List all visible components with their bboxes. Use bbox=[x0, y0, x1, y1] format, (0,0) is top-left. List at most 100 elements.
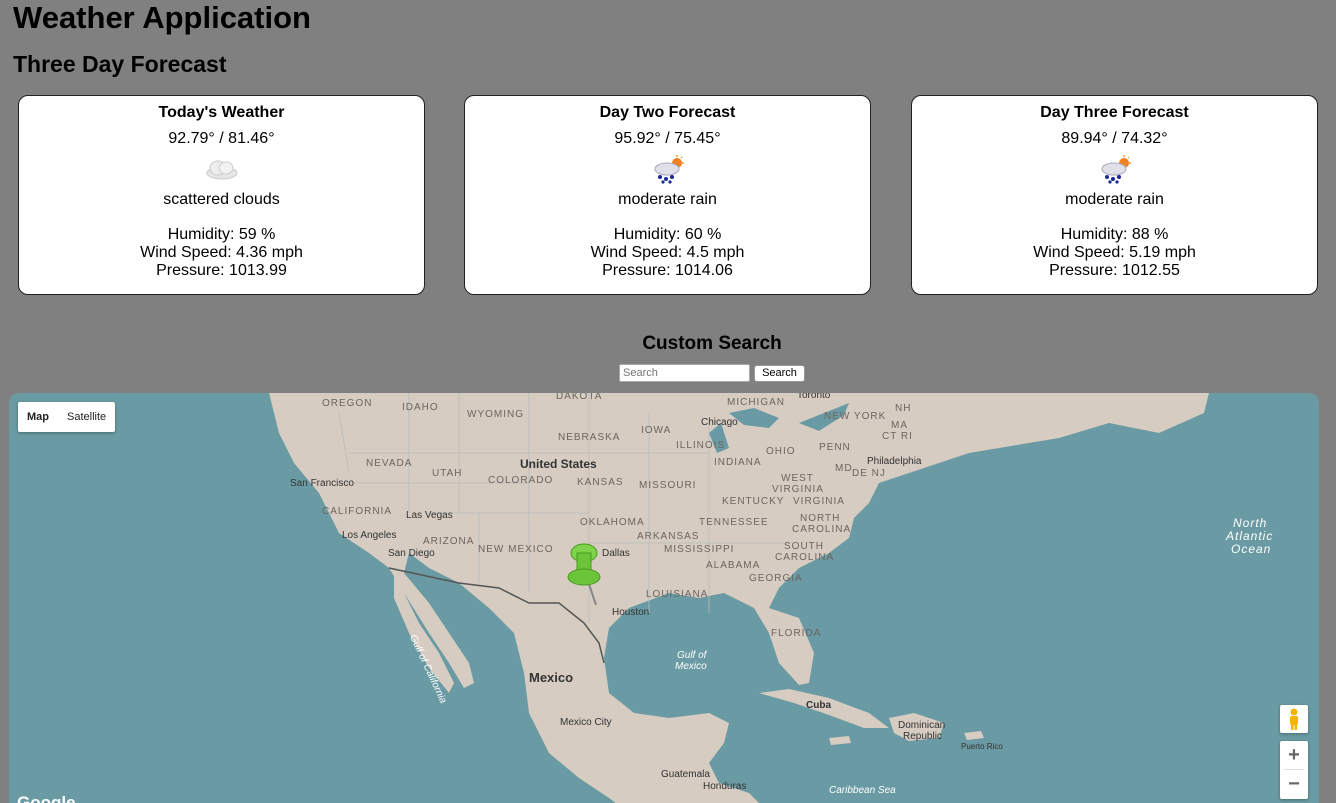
map-label: Honduras bbox=[703, 781, 747, 792]
map-label: Cuba bbox=[806, 700, 831, 711]
rain-icon bbox=[465, 151, 870, 187]
map-label: WYOMING bbox=[467, 409, 524, 420]
map-label: San Francisco bbox=[290, 478, 354, 489]
map-label: MICHIGAN bbox=[727, 397, 785, 408]
forecast-heading: Three Day Forecast bbox=[13, 51, 227, 77]
map-label: VIRGINIA bbox=[793, 496, 845, 507]
map-label: Philadelphia bbox=[867, 456, 922, 467]
map-label: DAKOTA bbox=[556, 393, 603, 402]
wind-speed: Wind Speed: 5.19 mph bbox=[1033, 244, 1196, 261]
zoom-out-button[interactable]: − bbox=[1280, 770, 1308, 798]
map-label: Guatemala bbox=[661, 769, 710, 780]
map-label: NH bbox=[895, 403, 912, 414]
map-label: Mexico bbox=[529, 670, 574, 685]
map-label: TENNESSEE bbox=[699, 517, 769, 528]
zoom-control: + − bbox=[1280, 741, 1308, 799]
map-label: KANSAS bbox=[577, 477, 624, 488]
app-title: Weather Application bbox=[13, 0, 311, 35]
map-label: Dallas bbox=[602, 548, 630, 559]
search-button[interactable]: Search bbox=[754, 365, 805, 382]
map-label: CAROLINA bbox=[775, 552, 835, 563]
scattered-clouds-icon bbox=[19, 151, 424, 187]
map-label: WEST bbox=[781, 473, 814, 484]
humidity: Humidity: 60 % bbox=[613, 226, 722, 243]
wind-speed: Wind Speed: 4.5 mph bbox=[590, 244, 745, 261]
map-label: Las Vegas bbox=[406, 510, 453, 521]
forecast-card-day-two: Day Two Forecast 95.92° / 75.45° moderat… bbox=[464, 95, 871, 295]
map-label: ALABAMA bbox=[706, 560, 761, 571]
map-label: Los Angeles bbox=[342, 530, 397, 541]
green-pushpin-icon[interactable] bbox=[564, 541, 604, 611]
search-input[interactable] bbox=[619, 364, 750, 382]
forecast-card-day-three: Day Three Forecast 89.94° / 74.32° moder… bbox=[911, 95, 1318, 295]
map-label: MA bbox=[891, 420, 908, 431]
map-label: VIRGINIA bbox=[772, 484, 824, 495]
map-label: NEVADA bbox=[366, 458, 413, 469]
pressure: Pressure: 1014.06 bbox=[602, 262, 733, 279]
map-label: MISSOURI bbox=[639, 480, 697, 491]
map-label: FLORIDA bbox=[771, 628, 822, 639]
map-label: LOUISIANA bbox=[646, 589, 709, 600]
weather-description: scattered clouds bbox=[163, 191, 280, 208]
map-label: CAROLINA bbox=[792, 524, 852, 535]
map-label: CALIFORNIA bbox=[322, 506, 393, 517]
map-label: UTAH bbox=[432, 468, 463, 479]
map-label: Toronto bbox=[797, 393, 831, 401]
map-label: ILLINOIS bbox=[676, 440, 726, 451]
temperature-range: 89.94° / 74.32° bbox=[1061, 130, 1168, 147]
map-label: Dominican bbox=[898, 720, 946, 731]
map-label: MISSISSIPPI bbox=[664, 544, 735, 555]
card-title: Today's Weather bbox=[158, 104, 285, 121]
map-label: Mexico City bbox=[560, 717, 612, 728]
map-label: CT RI bbox=[882, 431, 913, 442]
wind-speed: Wind Speed: 4.36 mph bbox=[140, 244, 303, 261]
zoom-in-button[interactable]: + bbox=[1280, 741, 1308, 769]
map-label: COLORADO bbox=[488, 475, 554, 486]
map-label: Ocean bbox=[1231, 542, 1272, 556]
map-label: KENTUCKY bbox=[722, 496, 785, 507]
temperature-range: 92.79° / 81.46° bbox=[168, 130, 275, 147]
pressure: Pressure: 1012.55 bbox=[1049, 262, 1180, 279]
map-label: IDAHO bbox=[402, 402, 439, 413]
google-logo: Google bbox=[17, 793, 76, 803]
rain-icon bbox=[912, 151, 1317, 187]
map-label: Caribbean Sea bbox=[829, 785, 896, 796]
map-label: Chicago bbox=[701, 417, 738, 428]
map-label: OKLAHOMA bbox=[580, 517, 645, 528]
custom-search-heading: Custom Search bbox=[642, 333, 782, 354]
map-label: GEORGIA bbox=[749, 573, 803, 584]
map-type-map-button[interactable]: Map bbox=[18, 402, 58, 432]
map-label: SOUTH bbox=[784, 541, 824, 552]
map-label: Republic bbox=[903, 731, 942, 742]
forecast-card-today: Today's Weather 92.79° / 81.46° scattere… bbox=[18, 95, 425, 295]
map-type-satellite-button[interactable]: Satellite bbox=[58, 402, 115, 432]
map-label: NORTH bbox=[800, 513, 841, 524]
map-label: Mexico bbox=[675, 661, 707, 672]
map-label: United States bbox=[520, 457, 597, 471]
map-label: DE NJ bbox=[852, 468, 886, 479]
map-label: Houston bbox=[612, 607, 650, 618]
map-view[interactable]: OREGON IDAHO WYOMING DAKOTA MICHIGAN Tor… bbox=[9, 393, 1319, 803]
map-label: ARIZONA bbox=[423, 536, 475, 547]
card-title: Day Two Forecast bbox=[599, 104, 736, 121]
map-label: NEW YORK bbox=[824, 411, 887, 422]
map-label: MD bbox=[835, 463, 853, 474]
humidity: Humidity: 88 % bbox=[1060, 226, 1169, 243]
card-title: Day Three Forecast bbox=[1040, 104, 1189, 121]
map-label: San Diego bbox=[388, 548, 435, 559]
map-label: PENN bbox=[819, 442, 851, 453]
map-label: Puerto Rico bbox=[961, 742, 1003, 751]
weather-description: moderate rain bbox=[618, 191, 717, 208]
pegman-icon[interactable] bbox=[1280, 705, 1308, 733]
map-label: NEW MEXICO bbox=[478, 544, 554, 555]
pressure: Pressure: 1013.99 bbox=[156, 262, 287, 279]
map-label: IOWA bbox=[641, 425, 672, 436]
map-label: OREGON bbox=[322, 398, 373, 409]
temperature-range: 95.92° / 75.45° bbox=[614, 130, 721, 147]
map-label: OHIO bbox=[766, 446, 796, 457]
map-label: NEBRASKA bbox=[558, 432, 621, 443]
map-label: INDIANA bbox=[714, 457, 762, 468]
map-label: Gulf of bbox=[677, 650, 707, 661]
weather-description: moderate rain bbox=[1065, 191, 1164, 208]
map-type-control: Map Satellite bbox=[18, 402, 116, 432]
